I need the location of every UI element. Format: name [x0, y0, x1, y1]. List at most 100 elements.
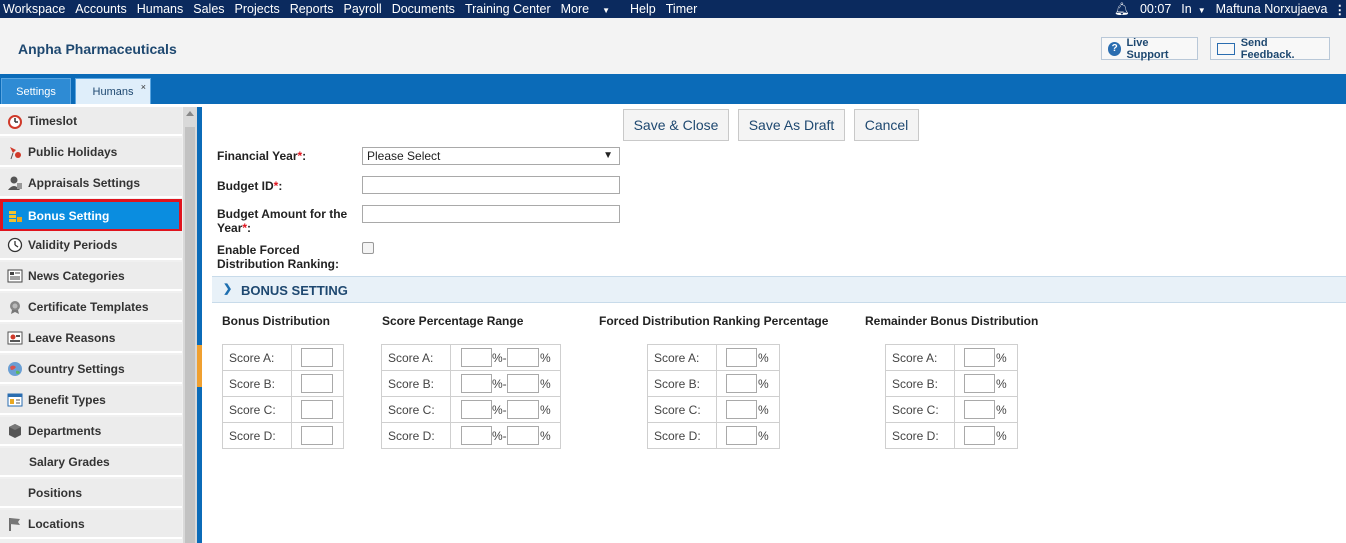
- remainder-input-a[interactable]: [964, 348, 995, 367]
- news-icon: [7, 268, 23, 284]
- range-separator: %-: [492, 377, 507, 391]
- range-separator: %-: [492, 351, 507, 365]
- collapse-handle[interactable]: [197, 345, 202, 387]
- sidebar-item-country-settings[interactable]: Country Settings: [0, 355, 182, 384]
- cancel-button[interactable]: Cancel: [854, 109, 919, 141]
- forced-input-c[interactable]: [726, 400, 757, 419]
- percent-sign: %: [540, 403, 551, 417]
- sidebar-item-locations[interactable]: Locations: [0, 510, 182, 539]
- nav-humans[interactable]: Humans: [137, 2, 184, 16]
- budget-amount-input[interactable]: [362, 205, 620, 223]
- nav-more[interactable]: More ▼: [561, 2, 620, 16]
- range-to-input-d[interactable]: [507, 426, 539, 445]
- bonus-setting-section-header[interactable]: ❯ BONUS SETTING: [212, 276, 1346, 303]
- range-to-input-c[interactable]: [507, 400, 539, 419]
- distribution-input-a[interactable]: [301, 348, 333, 367]
- distribution-input-b[interactable]: [301, 374, 333, 393]
- table-row: Score C:%: [886, 397, 1017, 423]
- sidebar-item-label: Benefit Types: [28, 392, 106, 407]
- remainder-heading: Remainder Bonus Distribution: [865, 314, 1039, 328]
- range-from-input-d[interactable]: [461, 426, 492, 445]
- forced-input-b[interactable]: [726, 374, 757, 393]
- range-from-input-c[interactable]: [461, 400, 492, 419]
- sidebar-item-label: Positions: [28, 485, 83, 500]
- forced-ranking-checkbox[interactable]: [362, 242, 374, 254]
- save-draft-button[interactable]: Save As Draft: [738, 109, 845, 141]
- bell-icon[interactable]: 🔔︎: [1114, 2, 1130, 17]
- sidebar-scrollbar[interactable]: [183, 107, 197, 543]
- budget-id-label-text: Budget ID: [217, 179, 274, 193]
- nav-help[interactable]: Help: [630, 2, 656, 16]
- range-separator: %-: [492, 429, 507, 443]
- send-feedback-button[interactable]: Send Feedback.: [1210, 37, 1330, 61]
- financial-year-value: Please Select: [367, 149, 441, 163]
- live-support-label: Live Support: [1126, 36, 1169, 61]
- user-name[interactable]: Maftuna Norxujaeva: [1216, 2, 1328, 16]
- financial-year-select[interactable]: Please Select ▼: [362, 147, 620, 165]
- sidebar-item-bonus-setting[interactable]: Bonus Setting: [0, 199, 182, 232]
- table-row: Score D:%: [886, 423, 1017, 449]
- distribution-input-d[interactable]: [301, 426, 333, 445]
- sidebar-item-label: Salary Grades: [29, 454, 110, 469]
- apps-icon[interactable]: ⋮: [1334, 2, 1346, 17]
- financial-year-label: Financial Year*:: [217, 149, 306, 163]
- table-row: Score B: %-%: [382, 371, 560, 397]
- nav-projects[interactable]: Projects: [235, 2, 280, 16]
- sidebar-item-positions[interactable]: Positions: [0, 479, 182, 508]
- range-separator: %-: [492, 403, 507, 417]
- score-label: Score C:: [229, 403, 276, 417]
- scrollbar-thumb[interactable]: [185, 127, 195, 543]
- sidebar-item-leave-reasons[interactable]: Leave Reasons: [0, 324, 182, 353]
- range-from-input-a[interactable]: [461, 348, 492, 367]
- sidebar-item-departments[interactable]: Departments: [0, 417, 182, 446]
- close-icon[interactable]: ×: [141, 82, 146, 92]
- sidebar-item-certificate-templates[interactable]: Certificate Templates: [0, 293, 182, 322]
- budget-id-label: Budget ID*:: [217, 179, 282, 193]
- sidebar-item-appraisals-settings[interactable]: Appraisals Settings: [0, 169, 182, 198]
- sidebar-item-validity-periods[interactable]: Validity Periods: [0, 231, 182, 260]
- distribution-input-c[interactable]: [301, 400, 333, 419]
- table-row: Score A:: [223, 345, 343, 371]
- nav-timer[interactable]: Timer: [666, 2, 697, 16]
- sidebar-item-label: Leave Reasons: [28, 330, 116, 345]
- leave-icon: [7, 330, 23, 346]
- score-label: Score C:: [388, 403, 435, 417]
- table-row: Score B:: [223, 371, 343, 397]
- sidebar-item-timeslot[interactable]: Timeslot: [0, 107, 182, 136]
- section-title: BONUS SETTING: [241, 283, 348, 298]
- nav-training-center[interactable]: Training Center: [465, 2, 551, 16]
- sidebar-item-public-holidays[interactable]: Public Holidays: [0, 138, 182, 167]
- range-from-input-b[interactable]: [461, 374, 492, 393]
- live-support-button[interactable]: ? Live Support: [1101, 36, 1198, 61]
- remainder-input-c[interactable]: [964, 400, 995, 419]
- sidebar-item-benefit-types[interactable]: Benefit Types: [0, 386, 182, 415]
- nav-sales[interactable]: Sales: [193, 2, 224, 16]
- company-name: Anpha Pharmaceuticals: [18, 41, 177, 57]
- sidebar-item-salary-grades[interactable]: Salary Grades: [0, 448, 182, 477]
- score-label: Score C:: [654, 403, 701, 417]
- range-to-input-a[interactable]: [507, 348, 539, 367]
- nav-payroll[interactable]: Payroll: [343, 2, 381, 16]
- nav-reports[interactable]: Reports: [290, 2, 334, 16]
- scroll-up-arrow-icon[interactable]: [186, 111, 194, 116]
- score-range-heading: Score Percentage Range: [382, 314, 524, 328]
- range-to-input-b[interactable]: [507, 374, 539, 393]
- percent-sign: %: [758, 403, 769, 417]
- tab-settings[interactable]: Settings: [1, 78, 71, 104]
- remainder-input-b[interactable]: [964, 374, 995, 393]
- sidebar-item-label: Departments: [28, 423, 102, 438]
- forced-input-d[interactable]: [726, 426, 757, 445]
- status-dropdown[interactable]: In ▼: [1181, 2, 1205, 16]
- nav-accounts[interactable]: Accounts: [75, 2, 126, 16]
- certificate-icon: [7, 299, 23, 315]
- save-close-button[interactable]: Save & Close: [623, 109, 729, 141]
- forced-input-a[interactable]: [726, 348, 757, 367]
- nav-workspace[interactable]: Workspace: [3, 2, 65, 16]
- tab-humans[interactable]: Humans ×: [75, 78, 151, 104]
- budget-id-input[interactable]: [362, 176, 620, 194]
- nav-documents[interactable]: Documents: [392, 2, 455, 16]
- sidebar-item-news-categories[interactable]: News Categories: [0, 262, 182, 291]
- score-range-grid: Score A: %-% Score B: %-% Score C: %-% Scor…: [381, 344, 561, 449]
- score-label: Score C:: [892, 403, 939, 417]
- remainder-input-d[interactable]: [964, 426, 995, 445]
